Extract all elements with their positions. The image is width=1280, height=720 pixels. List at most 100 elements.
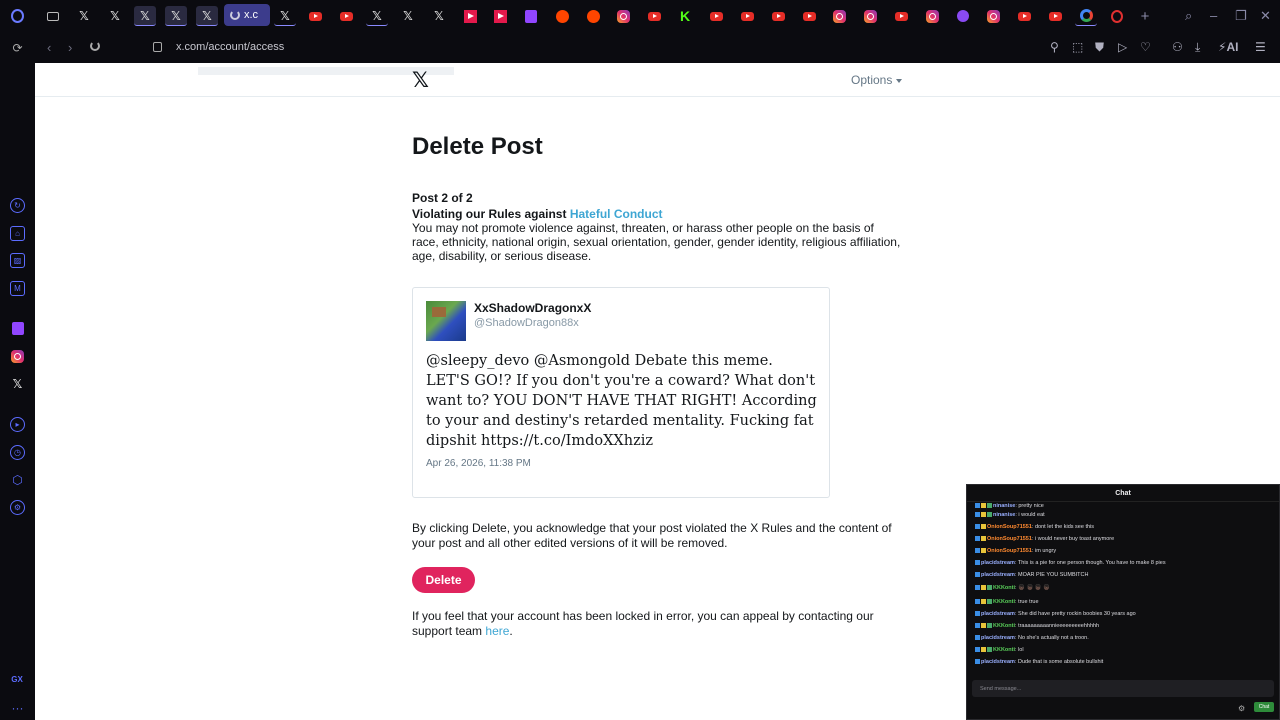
tab-reddit-icon[interactable] xyxy=(582,6,604,26)
wallpaper-icon[interactable]: ▨ xyxy=(10,253,25,268)
options-dropdown[interactable]: Options xyxy=(851,73,903,87)
stream-chat-panel: Chat ninanise: pretty nice ninanise: i w… xyxy=(966,484,1280,720)
active-tab[interactable]: x.c xyxy=(224,4,270,26)
hateful-conduct-link[interactable]: Hateful Conduct xyxy=(570,207,663,221)
tab-x-icon[interactable]: 𝕏 xyxy=(134,6,156,26)
minimize-icon[interactable]: – xyxy=(1210,8,1217,23)
menu-icon[interactable]: ☰ xyxy=(1255,40,1266,54)
chat-username[interactable]: placidstream xyxy=(981,611,1015,617)
tab-instagram-icon[interactable] xyxy=(982,6,1004,26)
tab-x-icon[interactable]: 𝕏 xyxy=(274,6,296,26)
tab-google-icon[interactable] xyxy=(1075,6,1097,26)
chat-text: i would eat xyxy=(1018,512,1045,518)
chat-username[interactable]: OnionSoup71551 xyxy=(987,524,1032,530)
chat-send-button[interactable]: Chat xyxy=(1254,702,1274,712)
tab-youtube-icon[interactable] xyxy=(1013,6,1035,26)
settings-gear-icon[interactable]: ⚙ xyxy=(10,500,25,515)
tab-instagram-icon[interactable] xyxy=(921,6,943,26)
stop-loading-icon[interactable] xyxy=(90,41,100,51)
tab-workspace-icon[interactable] xyxy=(42,6,64,26)
lock-icon[interactable] xyxy=(153,42,162,52)
tab-reddit-icon[interactable] xyxy=(551,6,573,26)
profile-icon[interactable]: ⚇ xyxy=(1172,40,1183,54)
chat-username[interactable]: KKKonti xyxy=(993,599,1015,605)
chat-username[interactable]: ninanise xyxy=(993,503,1015,509)
new-tab-plus-icon[interactable]: + xyxy=(1134,6,1156,26)
tab-instagram-icon[interactable] xyxy=(612,6,634,26)
download-icon[interactable]: ⤓ xyxy=(1195,40,1200,55)
more-icon[interactable]: ··· xyxy=(10,700,25,715)
tab-x-icon[interactable]: 𝕏 xyxy=(397,6,419,26)
snapshot-icon[interactable]: ⬚ xyxy=(1072,40,1083,54)
tab-youtube-icon[interactable] xyxy=(736,6,758,26)
tab-play-icon[interactable] xyxy=(459,6,481,26)
tab-x-icon[interactable]: 𝕏 xyxy=(428,6,450,26)
gx-label[interactable]: GX xyxy=(8,672,26,687)
delete-button[interactable]: Delete xyxy=(412,567,475,593)
twitch-sidebar-icon[interactable] xyxy=(10,321,25,336)
pin-icon[interactable]: ⚲ xyxy=(1050,40,1059,54)
chat-username[interactable]: OnionSoup71551 xyxy=(987,536,1032,542)
play-icon[interactable]: ▷ xyxy=(1118,40,1127,54)
tweet-handle: @ShadowDragon88x xyxy=(474,317,579,329)
heart-icon[interactable]: ♡ xyxy=(1140,40,1151,54)
tab-youtube-icon[interactable] xyxy=(304,6,326,26)
chat-username[interactable]: placidstream xyxy=(981,560,1015,566)
tab-x-icon[interactable]: 𝕏 xyxy=(104,6,126,26)
ai-label: AI xyxy=(1226,40,1239,54)
history-icon[interactable]: ↻ xyxy=(10,198,25,213)
chat-username[interactable]: ninanise xyxy=(993,512,1015,518)
clock-icon[interactable]: ◷ xyxy=(10,445,25,460)
chat-username[interactable]: placidstream xyxy=(981,659,1015,665)
acknowledgement-text: By clicking Delete, you acknowledge that… xyxy=(412,521,892,550)
tab-youtube-icon[interactable] xyxy=(335,6,357,26)
forward-icon[interactable]: › xyxy=(68,40,72,55)
extensions-icon[interactable]: ⬡ xyxy=(10,472,25,487)
tab-youtube-icon[interactable] xyxy=(767,6,789,26)
shield-icon[interactable]: ⛊ xyxy=(1095,40,1104,55)
x-logo-icon[interactable]: 𝕏 xyxy=(412,68,429,93)
tab-youtube-icon[interactable] xyxy=(890,6,912,26)
back-icon[interactable]: ‹ xyxy=(47,40,51,55)
tab-opera-icon[interactable] xyxy=(1106,6,1128,26)
tab-x-icon[interactable]: 𝕏 xyxy=(196,6,218,26)
tab-youtube-icon[interactable] xyxy=(643,6,665,26)
tab-twitch-icon[interactable] xyxy=(520,6,542,26)
tab-youtube-icon[interactable] xyxy=(1044,6,1066,26)
tab-x-icon[interactable]: 𝕏 xyxy=(366,6,388,26)
tab-lemon-icon[interactable] xyxy=(952,6,974,26)
tweet-display-name: XxShadowDragonxX xyxy=(474,301,592,315)
chat-username[interactable]: KKKonti xyxy=(993,647,1015,653)
x-sidebar-icon[interactable]: 𝕏 xyxy=(10,376,25,391)
support-here-link[interactable]: here xyxy=(485,624,509,638)
tab-kick-icon[interactable]: K xyxy=(674,6,696,26)
chat-message-input[interactable]: Send message... xyxy=(972,680,1274,697)
tab-youtube-icon[interactable] xyxy=(705,6,727,26)
instagram-sidebar-icon[interactable] xyxy=(10,349,25,364)
chat-settings-icon[interactable]: ⚙ xyxy=(1238,704,1245,713)
tab-x-icon[interactable]: 𝕏 xyxy=(165,6,187,26)
tab-play-icon[interactable] xyxy=(489,6,511,26)
chat-text: Dude that is some absolute bullshit xyxy=(1018,659,1104,665)
player-icon[interactable]: ▸ xyxy=(10,417,25,432)
tab-instagram-icon[interactable] xyxy=(828,6,850,26)
opera-gx-logo-icon[interactable] xyxy=(6,6,28,26)
messenger-icon[interactable]: M xyxy=(10,281,25,296)
close-window-icon[interactable]: ✕ xyxy=(1260,8,1271,24)
tab-x-icon[interactable]: 𝕏 xyxy=(73,6,95,26)
gx-corner-icon[interactable]: ⌂ xyxy=(10,226,25,241)
url-field[interactable]: x.com/account/access xyxy=(176,41,284,53)
tab-youtube-icon[interactable] xyxy=(798,6,820,26)
maximize-icon[interactable]: ❐ xyxy=(1235,8,1247,24)
tab-instagram-icon[interactable] xyxy=(859,6,881,26)
rule-violation: Violating our Rules against Hateful Cond… xyxy=(412,207,663,221)
chat-message: placidstream: No she's actually not a tr… xyxy=(975,635,1089,642)
chat-username[interactable]: KKKonti xyxy=(993,585,1015,591)
chat-username[interactable]: placidstream xyxy=(981,635,1015,641)
chat-username[interactable]: OnionSoup71551 xyxy=(987,548,1032,554)
ai-button[interactable]: ⚡AI xyxy=(1218,40,1238,54)
chat-username[interactable]: KKKonti xyxy=(993,623,1015,629)
reload-icon[interactable]: ⟳ xyxy=(10,40,25,55)
chat-username[interactable]: placidstream xyxy=(981,572,1015,578)
search-tabs-icon[interactable]: ⌕ xyxy=(1185,8,1192,24)
